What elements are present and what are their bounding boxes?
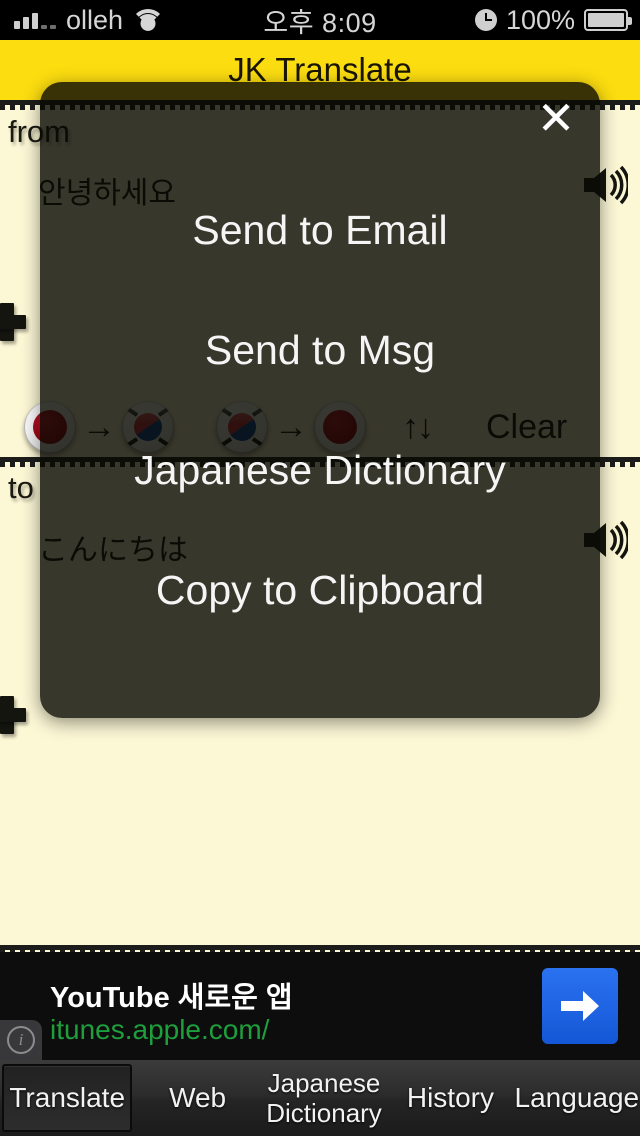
action-sheet-modal: ✕ Send to Email Send to Msg Japanese Dic… bbox=[40, 82, 600, 718]
ad-go-button[interactable] bbox=[542, 968, 618, 1044]
ad-url: itunes.apple.com/ bbox=[50, 1014, 270, 1045]
tab-translate[interactable]: Translate bbox=[2, 1064, 133, 1132]
to-label: to bbox=[8, 470, 34, 505]
tab-japanese-dictionary-label-1: Japanese bbox=[267, 1068, 381, 1098]
tab-japanese-dictionary[interactable]: Japanese Dictionary bbox=[261, 1068, 387, 1128]
menu-item-send-to-email[interactable]: Send to Email bbox=[40, 170, 600, 290]
bottom-tab-bar: Translate Web Japanese Dictionary Histor… bbox=[0, 1060, 640, 1136]
menu-item-copy-to-clipboard[interactable]: Copy to Clipboard bbox=[40, 530, 600, 650]
plus-icon-target[interactable] bbox=[0, 696, 26, 734]
tab-japanese-dictionary-label-2: Dictionary bbox=[266, 1098, 382, 1128]
battery-percent: 100% bbox=[505, 4, 575, 35]
tab-web-label: Web bbox=[169, 1082, 227, 1113]
status-bar-right: 100% bbox=[474, 4, 632, 36]
alarm-clock-icon bbox=[474, 9, 497, 31]
ad-banner[interactable]: YouTube 새로운 앱 itunes.apple.com/ i bbox=[0, 952, 640, 1060]
status-bar: olleh 오후 8:09 100% bbox=[0, 0, 640, 40]
tab-history-label: History bbox=[406, 1082, 494, 1113]
info-icon[interactable]: i bbox=[0, 1020, 42, 1060]
ad-title: YouTube 새로운 앱 bbox=[50, 982, 293, 1014]
plus-icon[interactable] bbox=[0, 303, 26, 341]
tab-language-label: Language bbox=[514, 1082, 640, 1113]
close-icon[interactable]: ✕ bbox=[534, 95, 578, 141]
action-sheet-items: Send to Email Send to Msg Japanese Dicti… bbox=[40, 170, 600, 650]
tab-language[interactable]: Language bbox=[514, 1083, 640, 1113]
arrow-right-icon bbox=[561, 991, 599, 1021]
tab-history[interactable]: History bbox=[387, 1083, 513, 1113]
menu-item-japanese-dictionary[interactable]: Japanese Dictionary bbox=[40, 410, 600, 530]
info-icon-label: i bbox=[7, 1026, 35, 1054]
tab-web[interactable]: Web bbox=[134, 1083, 260, 1113]
tab-translate-label: Translate bbox=[9, 1082, 126, 1113]
battery-full-icon bbox=[584, 9, 632, 31]
menu-item-send-to-msg[interactable]: Send to Msg bbox=[40, 290, 600, 410]
